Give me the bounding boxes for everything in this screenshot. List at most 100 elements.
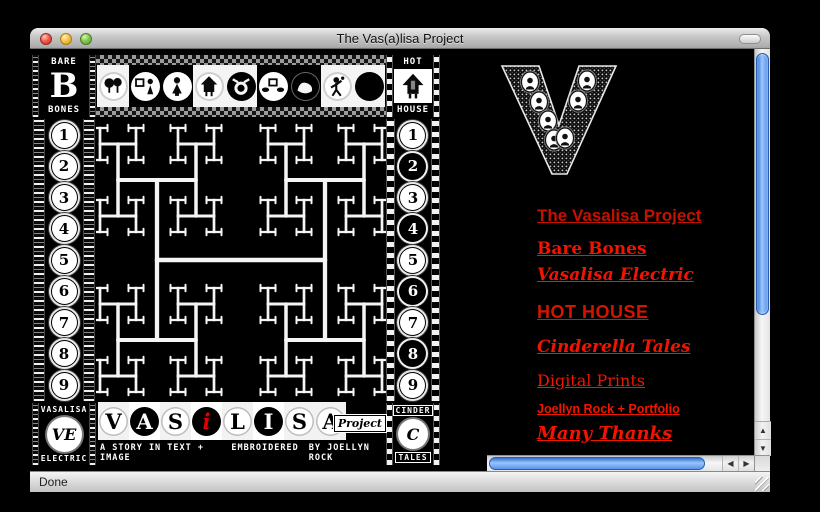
bare-bones-chapter-link-7[interactable]: 7 (48, 308, 80, 338)
bare-bones-chapter-link-2[interactable]: 2 (48, 151, 80, 181)
caption-part3: BY JOELLYN ROCK (309, 443, 384, 463)
link-the-vasalisa-project[interactable]: The Vasalisa Project (537, 206, 701, 226)
bare-bones-chapter-link-3[interactable]: 3 (48, 183, 80, 213)
link-vasalisa-electric[interactable]: Vasalisa Electric (537, 265, 694, 285)
scroll-up-button[interactable]: ▲ (755, 422, 771, 439)
banner-letter-L[interactable]: L (222, 402, 253, 440)
hut-icon[interactable] (193, 65, 225, 107)
chapter-icon-strip (96, 55, 386, 117)
chapter-number: 4 (51, 215, 78, 242)
banner-letter-i[interactable]: i (191, 402, 222, 440)
ve-monogram: VE (47, 417, 82, 452)
hot-house-chapter-link-8[interactable]: 8 (398, 339, 427, 369)
bare-bones-chapter-link-5[interactable]: 5 (48, 245, 80, 275)
hands-window-icon[interactable] (257, 65, 289, 107)
chapter-number: 5 (51, 247, 78, 274)
banner-letter-disc: L (223, 407, 252, 436)
link-joellyn-rock-portfolio[interactable]: Joellyn Rock + Portfolio (537, 402, 680, 416)
banner-letter-A[interactable]: A (129, 402, 160, 440)
banner-letter-disc: S (285, 407, 314, 436)
horizontal-scrollbar[interactable]: ◀ ▶ (487, 455, 754, 471)
hot-house-chapter-link-1[interactable]: 1 (398, 120, 427, 150)
link-cinderella-tales[interactable]: Cinderella Tales (537, 337, 691, 357)
icon-row (96, 65, 386, 107)
ornate-v-graphic (497, 61, 621, 179)
creature-icon[interactable] (289, 65, 321, 107)
right-number-column: 1 2 3456 7 89 (398, 119, 427, 401)
trees-icon[interactable] (97, 65, 129, 107)
vasalisa-label: VASALISA (41, 405, 88, 414)
blank-icon[interactable] (353, 65, 385, 107)
toolbar-toggle-button[interactable] (739, 34, 761, 44)
link-digital-prints[interactable]: Digital Prints (537, 371, 645, 390)
vasilisa-banner: VASiLISA Project A STORY IN TEXT + IMAGE… (96, 403, 386, 465)
hot-house-chapter-column: 1 2 3456 7 89 (386, 117, 440, 403)
hot-house-chapter-link-2[interactable]: 2 (398, 151, 427, 181)
film-border (386, 55, 393, 117)
hot-house-block[interactable]: HOT HOUSE (386, 55, 440, 117)
left-number-column: 12 3 4 5 6 7 8 9 (48, 119, 80, 401)
hot-house-chapter-link-4[interactable]: 4 (398, 214, 427, 244)
hot-house-chapter-link-9[interactable]: 9 (398, 370, 427, 400)
scrollbar-corner (754, 455, 770, 471)
vasalisa-electric-block[interactable]: VASALISA VE ELECTRIC (32, 403, 96, 465)
scroll-left-button[interactable]: ◀ (722, 456, 738, 471)
resize-grip[interactable] (755, 477, 769, 491)
chapter-number: 7 (51, 309, 78, 336)
scroll-down-button[interactable]: ▼ (755, 439, 771, 456)
banner-letter-disc: A (130, 407, 159, 436)
bare-bones-chapter-link-9[interactable]: 9 (48, 370, 80, 400)
bare-bones-chapter-link-1[interactable]: 1 (48, 120, 80, 150)
banner-letter-V[interactable]: V (98, 402, 129, 440)
hot-house-chapter-link-3[interactable]: 3 (398, 183, 427, 213)
browser-window: The Vas(a)lisa Project BARE B BONES (30, 28, 770, 492)
chapter-number: 1 (399, 122, 426, 149)
ornate-b-letter: B (50, 71, 79, 102)
film-border (433, 403, 440, 465)
chapter-number: 9 (51, 372, 78, 399)
chain-border (89, 55, 96, 117)
chapter-number: 6 (51, 278, 78, 305)
banner-letter-S[interactable]: S (160, 402, 191, 440)
bare-bones-chapter-link-8[interactable]: 8 (48, 339, 80, 369)
hot-house-chapter-link-5[interactable]: 5 (398, 245, 427, 275)
embroidery-fractal-panel (96, 117, 386, 403)
project-tag[interactable]: Project (334, 415, 386, 432)
cinder-tales-block[interactable]: CINDER C TALES (386, 403, 440, 465)
horizontal-scrollbar-track[interactable] (487, 456, 722, 472)
chain-border (33, 119, 45, 401)
bare-bones-chapter-link-4[interactable]: 4 (48, 214, 80, 244)
bare-bones-chapter-link-6[interactable]: 6 (48, 276, 80, 306)
link-hot-house[interactable]: HOT HOUSE (537, 302, 649, 323)
chain-border (83, 119, 95, 401)
film-border (386, 119, 395, 401)
chapter-number: 2 (399, 153, 426, 180)
picture-figure-icon[interactable] (129, 65, 161, 107)
bare-bones-chapter-column: 12 3 4 5 6 7 8 9 (32, 117, 96, 403)
chapter-number: 1 (51, 122, 78, 149)
vertical-scrollbar-thumb[interactable] (756, 53, 769, 315)
hot-house-chapter-link-6[interactable]: 6 (398, 276, 427, 306)
chapter-number: 3 (51, 184, 78, 211)
doll-icon[interactable] (161, 65, 193, 107)
banner-letter-disc: S (161, 407, 190, 436)
chapter-number: 7 (399, 309, 426, 336)
status-text: Done (39, 475, 68, 489)
banner-letter-disc: i (192, 407, 221, 436)
electric-label: ELECTRIC (41, 454, 88, 463)
link-bare-bones[interactable]: Bare Bones (537, 239, 647, 259)
scroll-right-button[interactable]: ▶ (738, 456, 754, 471)
banner-letter-I[interactable]: I (253, 402, 284, 440)
title-bar[interactable]: The Vas(a)lisa Project (30, 28, 770, 49)
page-content: BARE B BONES HOT (30, 49, 770, 471)
dancer-icon[interactable] (321, 65, 353, 107)
vertical-scrollbar[interactable]: ▲ ▼ (754, 49, 770, 455)
hot-house-chapter-link-7[interactable]: 7 (398, 308, 427, 338)
caption-part2: EMBROIDERED (231, 443, 298, 453)
horizontal-scrollbar-thumb[interactable] (489, 457, 705, 470)
bare-bones-block[interactable]: BARE B BONES (32, 55, 96, 117)
banner-caption: A STORY IN TEXT + IMAGE EMBROIDERED BY J… (96, 440, 386, 463)
skull-icon[interactable] (225, 65, 257, 107)
link-many-thanks[interactable]: Many Thanks (537, 423, 672, 444)
banner-letter-S[interactable]: S (284, 402, 315, 440)
